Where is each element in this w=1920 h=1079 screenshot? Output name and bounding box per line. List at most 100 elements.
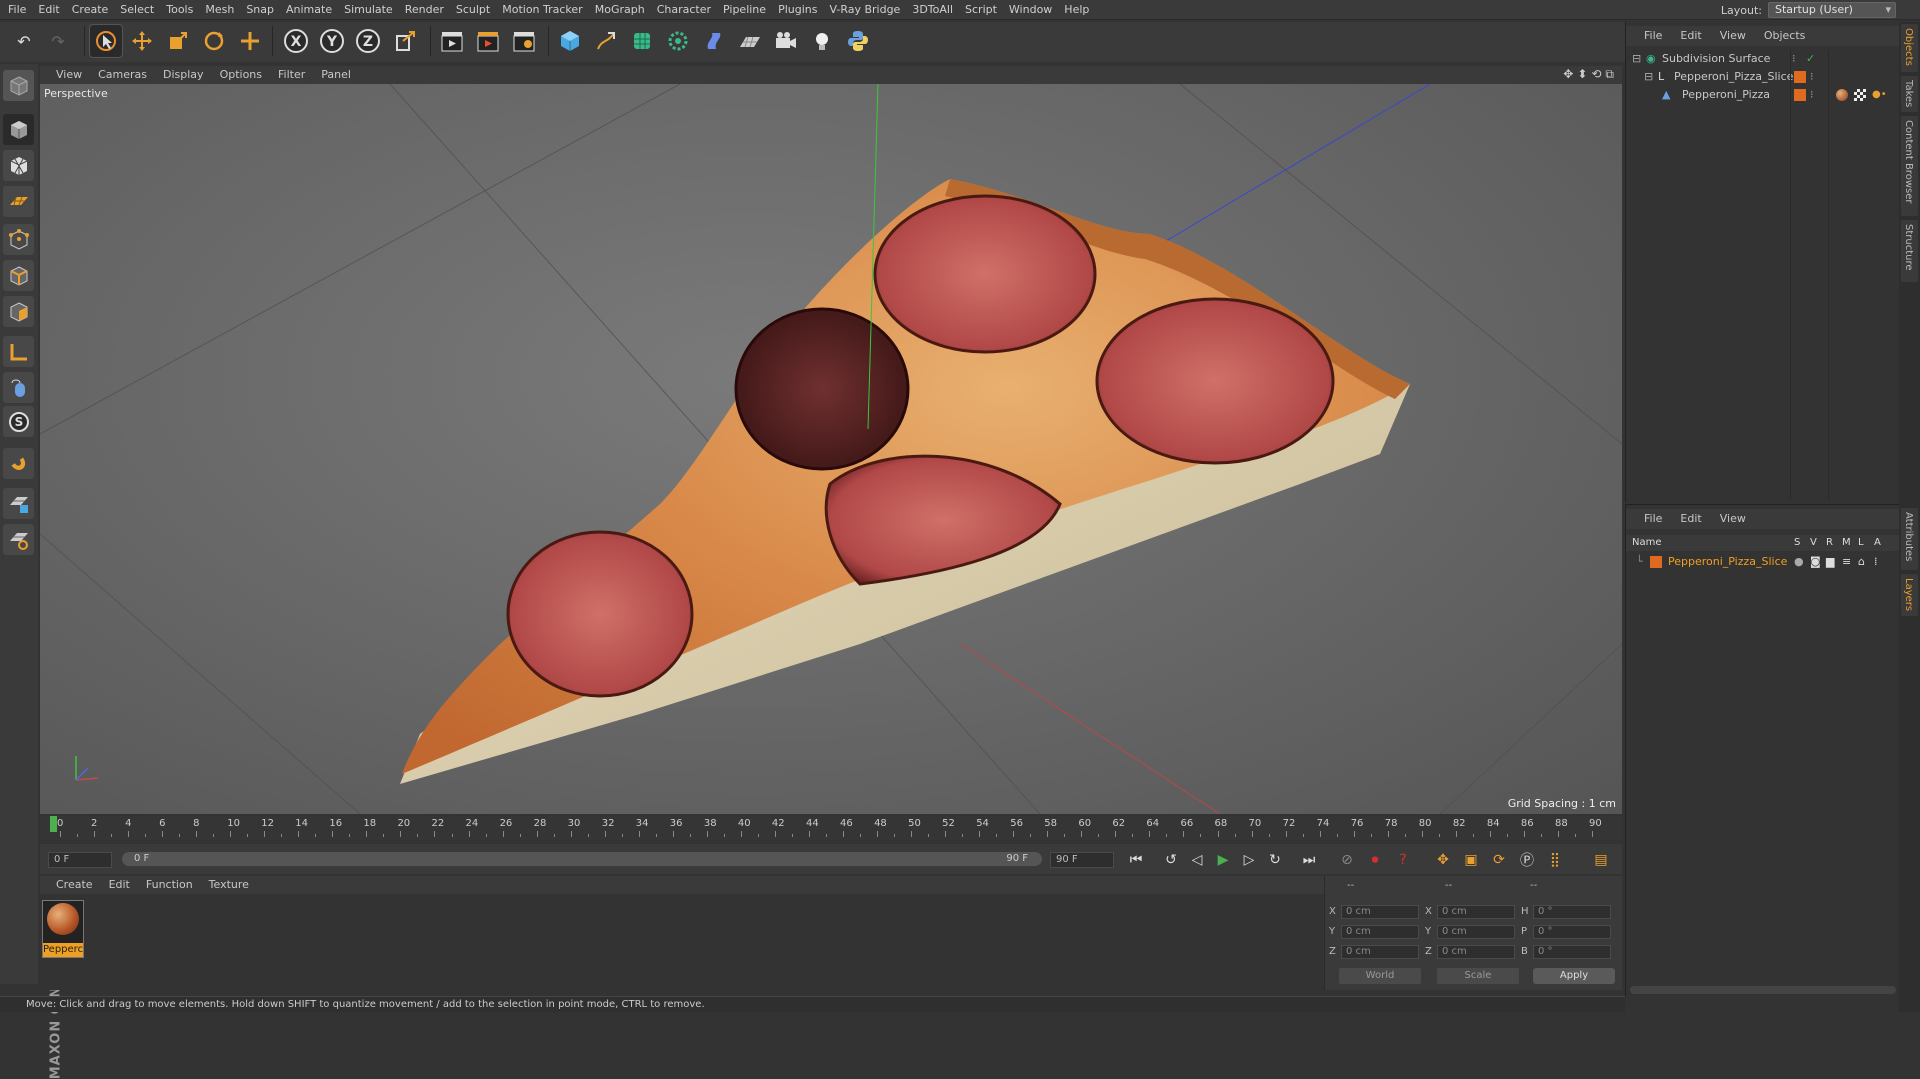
live-selection-icon[interactable] bbox=[89, 24, 123, 58]
move-icon[interactable] bbox=[126, 25, 158, 57]
menu-render[interactable]: Render bbox=[399, 0, 450, 20]
tab-takes[interactable]: Takes bbox=[1901, 76, 1918, 112]
scale-icon[interactable] bbox=[162, 25, 194, 57]
undo-icon[interactable]: ↶ bbox=[8, 25, 40, 57]
lock-toggle-icon[interactable]: ⌂ bbox=[1858, 553, 1865, 571]
timeline[interactable]: 0 2 4 6 8 10 12 14 16 18 20 22 24 26 28 30 32 34 36 38 40 42 4… bbox=[40, 816, 1622, 840]
go-to-end-icon[interactable]: ⏭ bbox=[1298, 849, 1320, 871]
model-mode-icon[interactable] bbox=[3, 114, 34, 145]
apply-button[interactable]: Apply bbox=[1533, 968, 1615, 984]
subdivision-icon[interactable] bbox=[626, 25, 658, 57]
rotation-p-field[interactable]: 0 ° bbox=[1533, 925, 1611, 939]
pen-icon[interactable] bbox=[590, 25, 622, 57]
coordinate-mode-dropdown[interactable]: World bbox=[1339, 968, 1421, 984]
edges-mode-icon[interactable] bbox=[3, 260, 34, 291]
render-view-icon[interactable] bbox=[436, 25, 468, 57]
material-menu-edit[interactable]: Edit bbox=[109, 876, 130, 894]
tab-attributes[interactable]: Attributes bbox=[1901, 508, 1918, 570]
make-editable-icon[interactable] bbox=[3, 70, 34, 101]
viewport-nav-icons[interactable]: ✥⬍⟲⧉ bbox=[1563, 67, 1618, 82]
key-pla-icon[interactable]: ⣿ bbox=[1544, 849, 1566, 871]
menu-character[interactable]: Character bbox=[651, 0, 717, 20]
previous-frame-icon[interactable]: ◁ bbox=[1186, 849, 1208, 871]
edit-render-settings-icon[interactable] bbox=[508, 25, 540, 57]
camera-icon[interactable] bbox=[770, 25, 802, 57]
tab-layers[interactable]: Layers bbox=[1901, 574, 1918, 616]
size-x-field[interactable]: 0 cm bbox=[1437, 905, 1515, 919]
solo-toggle-icon[interactable]: ● bbox=[1794, 553, 1804, 571]
visibility-dots-icon[interactable]: ⁝ bbox=[1810, 68, 1814, 86]
menu-simulate[interactable]: Simulate bbox=[338, 0, 399, 20]
timeline-playhead[interactable] bbox=[50, 816, 57, 832]
uvw-tag-icon[interactable] bbox=[1854, 89, 1866, 101]
previous-key-icon[interactable]: ↺ bbox=[1160, 849, 1182, 871]
lock-workplane-icon[interactable] bbox=[3, 488, 34, 519]
viewport-menu-display[interactable]: Display bbox=[163, 66, 204, 84]
layer-row[interactable]: └ Pepperoni_Pizza_Slice ● ◙ ▆ ≡ ⌂ ⁞ bbox=[1626, 553, 1900, 571]
add-icon[interactable] bbox=[234, 25, 266, 57]
floor-icon[interactable] bbox=[734, 25, 766, 57]
keyframe-selection-icon[interactable]: ? bbox=[1392, 849, 1414, 871]
manager-toggle-icon[interactable]: ≡ bbox=[1842, 553, 1851, 571]
menu-help[interactable]: Help bbox=[1058, 0, 1095, 20]
expand-icon[interactable]: ⊟ bbox=[1644, 68, 1653, 86]
layer-color-icon[interactable] bbox=[1650, 556, 1662, 568]
expand-icon[interactable]: ⊟ bbox=[1632, 50, 1641, 68]
animation-toggle-icon[interactable]: ⁞ bbox=[1874, 553, 1878, 571]
viewport-menu-cameras[interactable]: Cameras bbox=[98, 66, 147, 84]
tab-structure[interactable]: Structure bbox=[1901, 220, 1918, 282]
material-swatch[interactable]: Pepperc bbox=[42, 900, 84, 958]
key-param-icon[interactable]: Ⓟ bbox=[1516, 849, 1538, 871]
menu-3dtoall[interactable]: 3DToAll bbox=[906, 0, 959, 20]
menu-edit[interactable]: Edit bbox=[32, 0, 65, 20]
perspective-viewport[interactable]: Perspective Grid Spacing : 1 cm bbox=[40, 84, 1622, 814]
menu-animate[interactable]: Animate bbox=[280, 0, 338, 20]
polygons-mode-icon[interactable] bbox=[3, 296, 34, 327]
viewport-menu-options[interactable]: Options bbox=[220, 66, 262, 84]
object-row-pizza[interactable]: ▲ Pepperoni_Pizza ⁝ ●• bbox=[1626, 86, 1900, 104]
material-menu-function[interactable]: Function bbox=[146, 876, 193, 894]
object-row-subdivision[interactable]: ⊟ ◉ Subdivision Surface ⁝ ✓ bbox=[1626, 50, 1900, 68]
size-mode-dropdown[interactable]: Scale bbox=[1437, 968, 1519, 984]
record-keys-icon[interactable]: ⊘ bbox=[1336, 849, 1358, 871]
points-mode-icon[interactable] bbox=[3, 224, 34, 255]
size-y-field[interactable]: 0 cm bbox=[1437, 925, 1515, 939]
rotation-h-field[interactable]: 0 ° bbox=[1533, 905, 1611, 919]
y-axis-icon[interactable]: Y bbox=[316, 25, 348, 57]
menu-file[interactable]: File bbox=[2, 0, 32, 20]
next-frame-icon[interactable]: ▷ bbox=[1238, 849, 1260, 871]
position-x-field[interactable]: 0 cm bbox=[1341, 905, 1419, 919]
view-toggle-icon[interactable]: ◙ bbox=[1810, 553, 1821, 571]
render-toggle-icon[interactable]: ▆ bbox=[1826, 553, 1834, 571]
workplane-icon[interactable] bbox=[3, 186, 34, 217]
menu-window[interactable]: Window bbox=[1003, 0, 1058, 20]
rotation-b-field[interactable]: 0 ° bbox=[1533, 945, 1611, 959]
enabled-check-icon[interactable]: ✓ bbox=[1806, 50, 1815, 68]
menu-pipeline[interactable]: Pipeline bbox=[717, 0, 772, 20]
menu-sculpt[interactable]: Sculpt bbox=[450, 0, 496, 20]
viewport-menu-filter[interactable]: Filter bbox=[278, 66, 305, 84]
objects-menu-objects[interactable]: Objects bbox=[1764, 26, 1806, 46]
position-z-field[interactable]: 0 cm bbox=[1341, 945, 1419, 959]
autokey-icon[interactable]: ⏺ bbox=[1364, 849, 1386, 871]
object-row-pizza-slice[interactable]: ⊟ L Pepperoni_Pizza_Slice ⁝ bbox=[1626, 68, 1900, 86]
menu-script[interactable]: Script bbox=[959, 0, 1003, 20]
phong-tag-icon[interactable]: ●• bbox=[1872, 86, 1887, 104]
layers-menu-file[interactable]: File bbox=[1644, 509, 1662, 529]
objects-menu-file[interactable]: File bbox=[1644, 26, 1662, 46]
layout-select[interactable]: Startup (User) bbox=[1768, 2, 1896, 18]
preview-range-slider[interactable]: 0 F 90 F bbox=[122, 852, 1042, 866]
menu-snap[interactable]: Snap bbox=[240, 0, 280, 20]
visibility-dots-icon[interactable]: ⁝ bbox=[1792, 50, 1796, 68]
coordinate-system-icon[interactable] bbox=[390, 25, 422, 57]
tab-content-browser[interactable]: Content Browser bbox=[1901, 116, 1918, 216]
snap-icon[interactable]: S bbox=[3, 406, 34, 437]
menu-select[interactable]: Select bbox=[114, 0, 160, 20]
deformer-icon[interactable] bbox=[698, 25, 730, 57]
z-axis-icon[interactable]: Z bbox=[352, 25, 384, 57]
horizontal-scrollbar[interactable] bbox=[1630, 986, 1896, 994]
material-menu-texture[interactable]: Texture bbox=[209, 876, 249, 894]
layers-menu-edit[interactable]: Edit bbox=[1680, 509, 1701, 529]
next-key-icon[interactable]: ↻ bbox=[1264, 849, 1286, 871]
layers-menu-view[interactable]: View bbox=[1720, 509, 1746, 529]
